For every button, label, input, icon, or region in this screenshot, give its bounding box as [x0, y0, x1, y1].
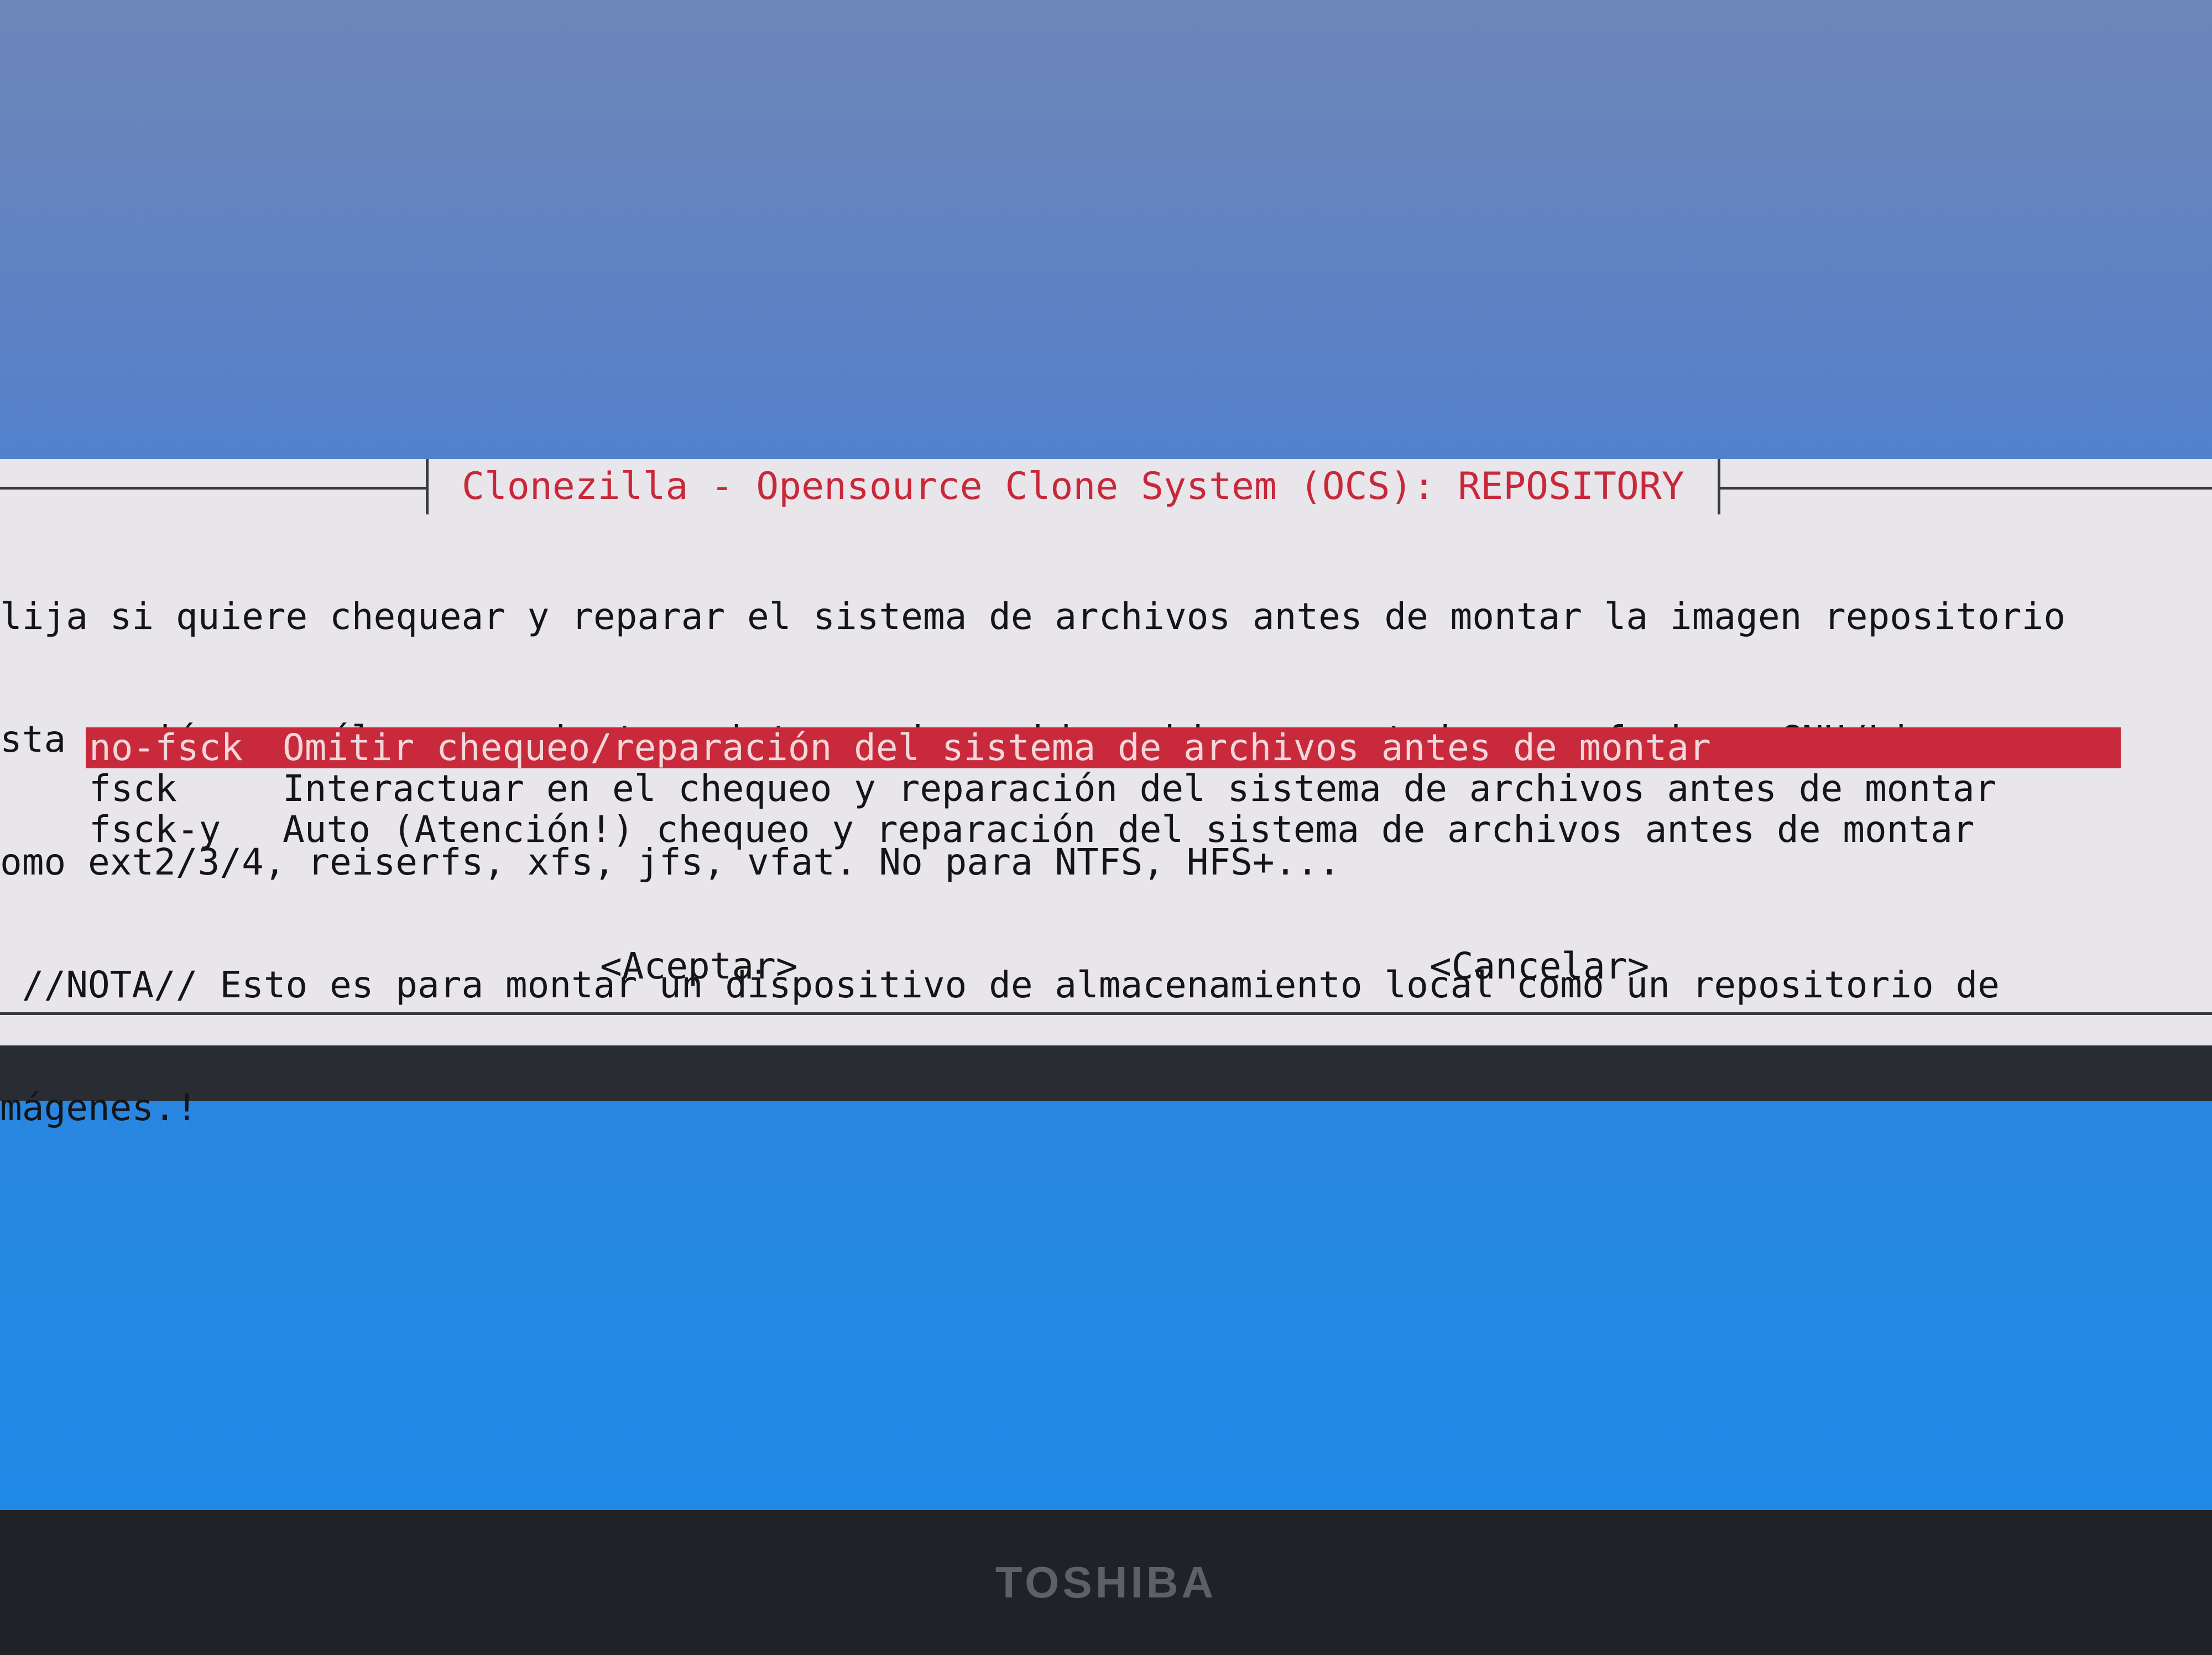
menu-item-label: Omitir chequeo/reparación del sistema de…: [283, 726, 1711, 769]
screen: Clonezilla - Opensource Clone System (OC…: [0, 0, 2212, 1510]
menu-item-no-fsck[interactable]: no-fsck Omitir chequeo/reparación del si…: [86, 727, 2121, 768]
dialog-title-box: Clonezilla - Opensource Clone System (OC…: [426, 459, 1720, 514]
menu-item-tag: no-fsck: [89, 726, 243, 769]
dialog-buttons: <Aceptar> <Cancelar>: [0, 946, 2212, 990]
menu-item-fsck-y[interactable]: fsck-y Auto (Atención!) chequeo y repara…: [86, 809, 2121, 850]
brand-logo: TOSHIBA: [995, 1558, 1217, 1607]
dialog-frame-bottom: [0, 1012, 2212, 1015]
menu-item-tag: fsck-y: [89, 808, 221, 851]
menu-item-label: Interactuar en el chequeo y reparación d…: [283, 767, 1997, 810]
cancel-button[interactable]: <Cancelar>: [1430, 946, 1649, 987]
dialog-title: Clonezilla - Opensource Clone System (OC…: [462, 465, 1684, 508]
menu-item-label: Auto (Atención!) chequeo y reparación de…: [283, 808, 1975, 851]
accept-button[interactable]: <Aceptar>: [600, 946, 798, 987]
menu-item-fsck[interactable]: fsck Interactuar en el chequeo y reparac…: [86, 768, 2121, 809]
description-line: mágenes.!: [0, 1086, 198, 1129]
fsck-option-menu: no-fsck Omitir chequeo/reparación del si…: [86, 727, 2121, 850]
dialog-description: lija si quiere chequear y reparar el sis…: [0, 514, 2212, 1210]
menu-item-tag: fsck: [89, 767, 177, 810]
description-line: lija si quiere chequear y reparar el sis…: [0, 595, 2066, 638]
repository-dialog: Clonezilla - Opensource Clone System (OC…: [0, 459, 2212, 1128]
